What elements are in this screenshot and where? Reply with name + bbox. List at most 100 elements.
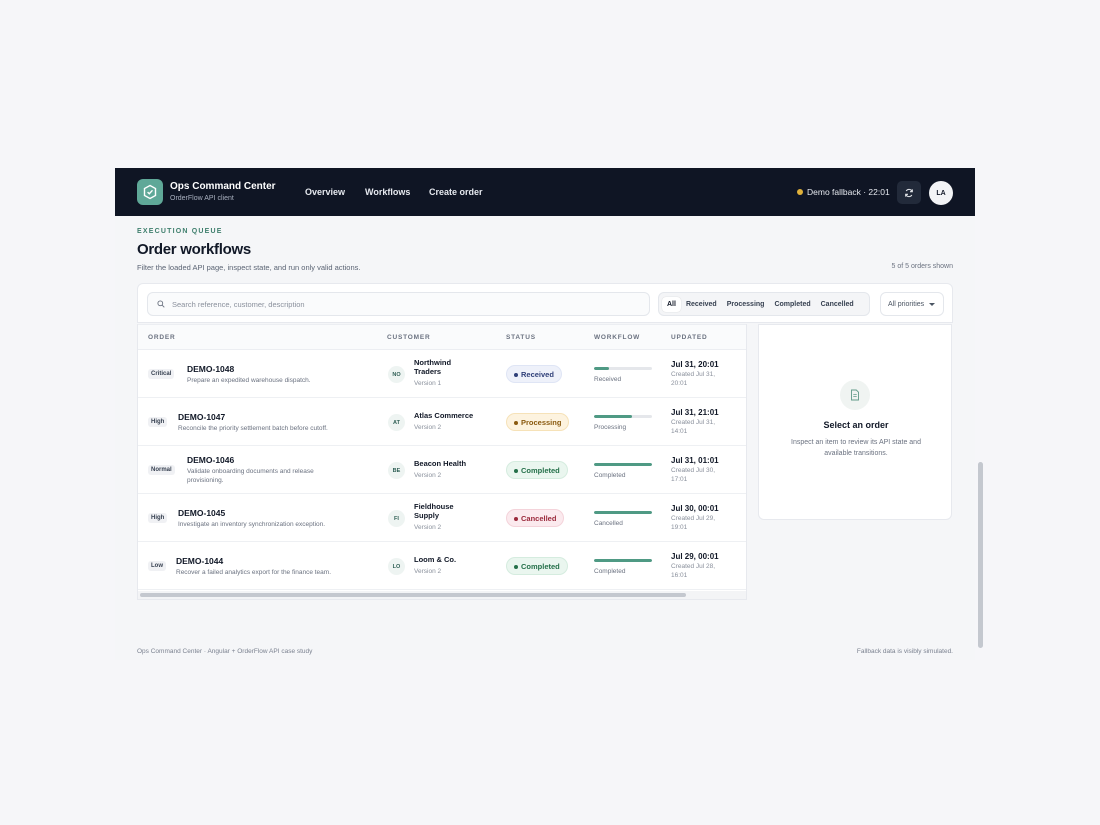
- refresh-button[interactable]: [897, 181, 921, 204]
- footer-credit: Ops Command Center · Angular + OrderFlow…: [137, 648, 313, 655]
- customer-version: Version 2: [414, 472, 442, 479]
- column-header-customer: CUSTOMER: [387, 334, 431, 341]
- nav-workflows[interactable]: Workflows: [365, 187, 410, 197]
- customer-version: Version 2: [414, 568, 442, 575]
- search-field[interactable]: [147, 292, 650, 316]
- status-indicator-icon: [797, 189, 803, 195]
- status-filter-tabs: All Received Processing Completed Cancel…: [658, 292, 870, 316]
- order-reference: DEMO-1046: [187, 455, 235, 465]
- column-header-order: ORDER: [148, 334, 176, 341]
- status-filter-cancelled[interactable]: Cancelled: [816, 297, 859, 312]
- updated-time: Jul 31, 21:01: [671, 408, 719, 417]
- workflow-stage-label: Cancelled: [594, 520, 623, 527]
- workflow-progress-bar: [594, 367, 652, 370]
- workflow-progress-fill: [594, 511, 652, 514]
- status-filter-processing[interactable]: Processing: [722, 297, 770, 312]
- shield-logo-icon: [137, 179, 163, 205]
- horizontal-scrollbar-thumb[interactable]: [140, 593, 686, 597]
- page-subtitle: Filter the loaded API page, inspect stat…: [137, 263, 361, 272]
- section-eyebrow: EXECUTION QUEUE: [137, 228, 223, 235]
- workflow-progress-bar: [594, 463, 652, 466]
- order-reference: DEMO-1044: [176, 556, 224, 566]
- table-row[interactable]: Normal DEMO-1046 Validate onboarding doc…: [138, 446, 746, 494]
- priority-badge: Low: [148, 561, 166, 571]
- order-reference: DEMO-1045: [178, 508, 226, 518]
- created-time: Created Jul 28, 16:01: [671, 563, 716, 579]
- order-reference: DEMO-1048: [187, 364, 235, 374]
- workflow-progress-fill: [594, 415, 632, 418]
- orders-table: ORDER CUSTOMER STATUS WORKFLOW UPDATED C…: [137, 324, 747, 600]
- chevron-down-icon: [929, 303, 935, 306]
- detail-empty-title: Select an order: [823, 420, 889, 430]
- vertical-scrollbar-thumb[interactable]: [978, 462, 983, 648]
- vertical-scrollbar[interactable]: [976, 168, 984, 660]
- workflow-progress-fill: [594, 367, 609, 370]
- app-window: Ops Command Center OrderFlow API client …: [115, 168, 975, 660]
- updated-time: Jul 30, 00:01: [671, 504, 719, 513]
- customer-avatar: FI: [388, 510, 405, 527]
- created-time: Created Jul 30, 17:01: [671, 467, 716, 483]
- created-time: Created Jul 31, 20:01: [671, 371, 716, 387]
- created-time: Created Jul 29, 19:01: [671, 515, 716, 531]
- order-description: Prepare an expedited warehouse dispatch.: [187, 377, 311, 384]
- customer-avatar: NO: [388, 366, 405, 383]
- workflow-progress-bar: [594, 559, 652, 562]
- created-time: Created Jul 31, 14:01: [671, 419, 716, 435]
- table-row[interactable]: High DEMO-1045 Investigate an inventory …: [138, 494, 746, 542]
- workflow-progress-fill: [594, 559, 652, 562]
- customer-avatar: LO: [388, 558, 405, 575]
- workflow-progress-bar: [594, 415, 652, 418]
- workflow-progress-bar: [594, 511, 652, 514]
- order-description: Validate onboarding documents and releas…: [187, 468, 314, 484]
- orders-count: 5 of 5 orders shown: [891, 263, 953, 270]
- customer-name: Fieldhouse Supply: [414, 502, 454, 521]
- status-badge: Received: [506, 365, 562, 383]
- search-icon: [157, 300, 165, 308]
- priority-badge: Critical: [148, 369, 175, 379]
- customer-name: Northwind Traders: [414, 358, 452, 377]
- customer-version: Version 1: [414, 380, 442, 387]
- customer-name: Loom & Co.: [414, 555, 457, 564]
- workflow-stage-label: Completed: [594, 472, 626, 479]
- status-filter-received[interactable]: Received: [681, 297, 722, 312]
- app-title: Ops Command Center: [170, 181, 276, 192]
- column-header-updated: UPDATED: [671, 334, 708, 341]
- customer-name: Atlas Commerce: [414, 411, 474, 420]
- table-row[interactable]: Critical DEMO-1048 Prepare an expedited …: [138, 350, 746, 398]
- footer-note: Fallback data is visibly simulated.: [856, 648, 953, 655]
- horizontal-scrollbar[interactable]: [138, 591, 746, 599]
- workflow-stage-label: Processing: [594, 424, 627, 431]
- order-detail-panel: Select an order Inspect an item to revie…: [758, 324, 952, 520]
- table-row[interactable]: High DEMO-1047 Reconcile the priority se…: [138, 398, 746, 446]
- status-badge: Processing: [506, 413, 570, 431]
- order-description: Reconcile the priority settlement batch …: [178, 425, 328, 432]
- table-header: ORDER CUSTOMER STATUS WORKFLOW UPDATED: [138, 324, 746, 350]
- top-navbar: Ops Command Center OrderFlow API client …: [115, 168, 975, 216]
- customer-avatar: BE: [388, 462, 405, 479]
- column-header-workflow: WORKFLOW: [594, 334, 641, 341]
- updated-time: Jul 31, 20:01: [671, 360, 719, 369]
- nav-create-order[interactable]: Create order: [429, 187, 483, 197]
- workflow-stage-label: Received: [594, 376, 622, 383]
- order-reference: DEMO-1047: [178, 412, 226, 422]
- status-filter-all[interactable]: All: [662, 296, 681, 312]
- detail-empty-text: Inspect an item to review its API state …: [791, 439, 921, 457]
- table-row[interactable]: Low DEMO-1044 Recover a failed analytics…: [138, 542, 746, 590]
- page-title: Order workflows: [137, 241, 251, 258]
- customer-avatar: AT: [388, 414, 405, 431]
- search-input[interactable]: [172, 299, 632, 309]
- refresh-icon: [905, 188, 913, 197]
- column-header-status: STATUS: [506, 334, 536, 341]
- user-avatar[interactable]: LA: [929, 181, 953, 205]
- status-badge: Completed: [506, 461, 568, 479]
- workflow-progress-fill: [594, 463, 652, 466]
- priority-badge: Normal: [148, 465, 175, 475]
- customer-version: Version 2: [414, 524, 442, 531]
- priority-select[interactable]: All priorities: [880, 292, 944, 316]
- customer-name: Beacon Health: [414, 459, 467, 468]
- workflow-stage-label: Completed: [594, 568, 626, 575]
- data-source-status: Demo fallback · 22:01: [807, 187, 890, 197]
- nav-overview[interactable]: Overview: [305, 187, 345, 197]
- status-filter-completed[interactable]: Completed: [769, 297, 815, 312]
- updated-time: Jul 29, 00:01: [671, 552, 719, 561]
